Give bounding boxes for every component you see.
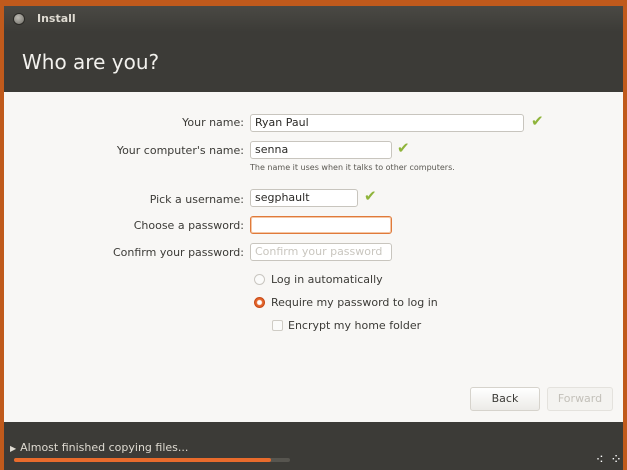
username-label: Pick a username: bbox=[149, 193, 244, 206]
require-password-radio[interactable] bbox=[254, 297, 265, 308]
require-password-label[interactable]: Require my password to log in bbox=[271, 296, 438, 309]
name-valid-check-icon: ✔ bbox=[531, 112, 544, 130]
form-area: Your name: Ryan Paul ✔ Your computer's n… bbox=[4, 92, 623, 422]
progress-bar bbox=[14, 458, 290, 462]
computer-name-label: Your computer's name: bbox=[116, 144, 244, 157]
triangle-right-icon: ▶ bbox=[10, 444, 17, 453]
computer-name-hint: The name it uses when it talks to other … bbox=[250, 163, 455, 172]
window-title: Install bbox=[37, 12, 76, 25]
password-field[interactable] bbox=[250, 216, 392, 234]
encrypt-home-checkbox[interactable] bbox=[272, 320, 283, 331]
page-title: Who are you? bbox=[22, 50, 160, 74]
progress-status[interactable]: ▶ Almost finished copying files... bbox=[10, 441, 188, 454]
title-bar: Install bbox=[4, 6, 623, 32]
username-field[interactable]: segphault bbox=[250, 189, 358, 207]
computer-name-valid-check-icon: ✔ bbox=[397, 139, 410, 157]
confirm-password-field[interactable]: Confirm your password bbox=[250, 243, 392, 261]
page-header: Who are you? bbox=[4, 32, 623, 92]
name-label: Your name: bbox=[182, 116, 244, 129]
progress-bar-fill bbox=[14, 458, 271, 462]
network-activity-icon: ⁖ ⁘ bbox=[595, 452, 623, 468]
login-automatically-radio[interactable] bbox=[254, 274, 265, 285]
login-automatically-label[interactable]: Log in automatically bbox=[271, 273, 383, 286]
forward-button[interactable]: Forward bbox=[547, 387, 613, 411]
name-field[interactable]: Ryan Paul bbox=[250, 114, 524, 132]
computer-name-field[interactable]: senna bbox=[250, 141, 392, 159]
installer-window: Install Who are you? Your name: Ryan Pau… bbox=[4, 6, 623, 470]
close-icon[interactable] bbox=[14, 14, 24, 24]
back-button[interactable]: Back bbox=[470, 387, 540, 411]
username-valid-check-icon: ✔ bbox=[364, 187, 377, 205]
confirm-password-label: Confirm your password: bbox=[112, 246, 244, 259]
encrypt-home-label[interactable]: Encrypt my home folder bbox=[288, 319, 421, 332]
password-label: Choose a password: bbox=[133, 219, 244, 232]
progress-text: Almost finished copying files... bbox=[20, 441, 189, 454]
progress-footer: ▶ Almost finished copying files... bbox=[4, 422, 623, 470]
